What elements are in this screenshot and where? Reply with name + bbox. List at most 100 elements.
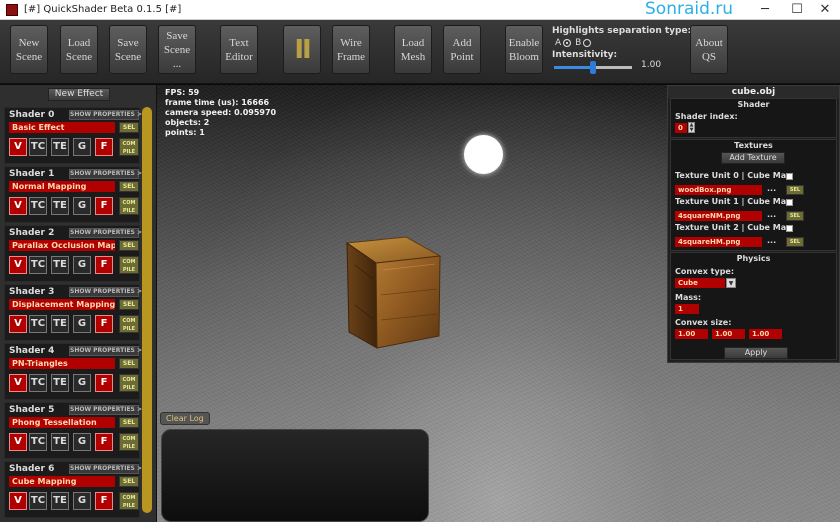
add-point-button[interactable]: Add Point bbox=[443, 25, 481, 74]
shader-sel-button[interactable]: SEL bbox=[119, 240, 139, 251]
about-qs-button[interactable]: About QS bbox=[690, 25, 728, 74]
stage-g-button[interactable]: G bbox=[73, 315, 91, 333]
wooden-cube[interactable] bbox=[343, 235, 443, 350]
stage-g-button[interactable]: G bbox=[73, 433, 91, 451]
stage-g-button[interactable]: G bbox=[73, 492, 91, 510]
save-scene-button[interactable]: Save Scene bbox=[109, 25, 147, 74]
convex-size-x-field[interactable]: 1.00 bbox=[675, 329, 708, 339]
stage-f-button[interactable]: F bbox=[95, 492, 113, 510]
stage-te-button[interactable]: TE bbox=[51, 492, 69, 510]
convex-size-z-field[interactable]: 1.00 bbox=[749, 329, 782, 339]
shader-index-spinner[interactable]: ▲ ▼ bbox=[688, 122, 695, 133]
shader-sel-button[interactable]: SEL bbox=[119, 417, 139, 428]
mass-field[interactable]: 1 bbox=[675, 304, 699, 314]
show-properties-button[interactable]: SHOW PROPERTIES >> bbox=[69, 169, 147, 179]
show-properties-button[interactable]: SHOW PROPERTIES >> bbox=[69, 405, 147, 415]
shader-name-field[interactable]: PN-Triangles bbox=[9, 358, 115, 369]
texture-unit-0-sel-button[interactable]: SEL bbox=[786, 185, 804, 195]
stage-f-button[interactable]: F bbox=[95, 315, 113, 333]
stage-g-button[interactable]: G bbox=[73, 138, 91, 156]
texture-unit-2-file[interactable]: 4squareHM.png bbox=[675, 237, 762, 247]
show-properties-button[interactable]: SHOW PROPERTIES >> bbox=[69, 346, 147, 356]
apply-button[interactable]: Apply bbox=[724, 347, 788, 359]
shader-name-field[interactable]: Normal Mapping bbox=[9, 181, 115, 192]
shader-sel-button[interactable]: SEL bbox=[119, 476, 139, 487]
stage-te-button[interactable]: TE bbox=[51, 433, 69, 451]
compile-button[interactable]: COM PILE bbox=[119, 433, 139, 451]
stage-v-button[interactable]: V bbox=[9, 197, 27, 215]
compile-button[interactable]: COM PILE bbox=[119, 315, 139, 333]
compile-button[interactable]: COM PILE bbox=[119, 256, 139, 274]
load-scene-button[interactable]: Load Scene bbox=[60, 25, 98, 74]
new-effect-button[interactable]: New Effect bbox=[48, 88, 110, 101]
compile-button[interactable]: COM PILE bbox=[119, 197, 139, 215]
stage-tc-button[interactable]: TC bbox=[29, 433, 47, 451]
minimize-button[interactable]: ─ bbox=[750, 0, 780, 20]
texture-unit-0-file[interactable]: woodBox.png bbox=[675, 185, 762, 195]
shader-name-field[interactable]: Phong Tessellation bbox=[9, 417, 115, 428]
shader-sel-button[interactable]: SEL bbox=[119, 122, 139, 133]
stage-te-button[interactable]: TE bbox=[51, 315, 69, 333]
texture-unit-2-browse[interactable]: ... bbox=[767, 236, 776, 245]
convex-size-y-field[interactable]: 1.00 bbox=[712, 329, 745, 339]
chevron-down-icon[interactable]: ▼ bbox=[726, 278, 736, 288]
stage-tc-button[interactable]: TC bbox=[29, 492, 47, 510]
new-scene-button[interactable]: New Scene bbox=[10, 25, 48, 74]
texture-unit-1-browse[interactable]: ... bbox=[767, 210, 776, 219]
texture-unit-1-file[interactable]: 4squareNM.png bbox=[675, 211, 762, 221]
stage-v-button[interactable]: V bbox=[9, 374, 27, 392]
stage-v-button[interactable]: V bbox=[9, 256, 27, 274]
compile-button[interactable]: COM PILE bbox=[119, 374, 139, 392]
stage-te-button[interactable]: TE bbox=[51, 256, 69, 274]
shader-name-field[interactable]: Parallax Occlusion Mappi bbox=[9, 240, 115, 251]
compile-button[interactable]: COM PILE bbox=[119, 138, 139, 156]
add-texture-button[interactable]: Add Texture bbox=[721, 152, 785, 164]
shader-index-field[interactable]: 0 bbox=[675, 123, 687, 133]
show-properties-button[interactable]: SHOW PROPERTIES >> bbox=[69, 464, 147, 474]
stage-tc-button[interactable]: TC bbox=[29, 315, 47, 333]
stage-v-button[interactable]: V bbox=[9, 492, 27, 510]
stage-v-button[interactable]: V bbox=[9, 433, 27, 451]
show-properties-button[interactable]: SHOW PROPERTIES >> bbox=[69, 110, 147, 120]
intensity-slider[interactable] bbox=[554, 61, 632, 74]
texture-unit-2-cubemap-checkbox[interactable] bbox=[786, 225, 793, 232]
shader-sel-button[interactable]: SEL bbox=[119, 299, 139, 310]
option-a-radio[interactable] bbox=[563, 38, 572, 47]
stage-f-button[interactable]: F bbox=[95, 374, 113, 392]
stage-f-button[interactable]: F bbox=[95, 138, 113, 156]
stage-f-button[interactable]: F bbox=[95, 256, 113, 274]
stage-tc-button[interactable]: TC bbox=[29, 374, 47, 392]
stage-tc-button[interactable]: TC bbox=[29, 138, 47, 156]
stage-v-button[interactable]: V bbox=[9, 138, 27, 156]
texture-unit-0-browse[interactable]: ... bbox=[767, 184, 776, 193]
stage-v-button[interactable]: V bbox=[9, 315, 27, 333]
shader-name-field[interactable]: Displacement Mapping bbox=[9, 299, 115, 310]
stage-tc-button[interactable]: TC bbox=[29, 256, 47, 274]
texture-unit-1-cubemap-checkbox[interactable] bbox=[786, 199, 793, 206]
close-button[interactable]: ✕ bbox=[810, 0, 840, 20]
intensity-slider-thumb[interactable] bbox=[590, 61, 596, 74]
stage-te-button[interactable]: TE bbox=[51, 374, 69, 392]
enable-bloom-button[interactable]: Enable Bloom bbox=[505, 25, 543, 74]
save-scene-as-button[interactable]: Save Scene ... bbox=[158, 25, 196, 74]
convex-type-select[interactable]: Cube bbox=[675, 278, 725, 288]
show-properties-button[interactable]: SHOW PROPERTIES >> bbox=[69, 287, 147, 297]
stage-f-button[interactable]: F bbox=[95, 433, 113, 451]
option-b-radio[interactable] bbox=[583, 38, 592, 47]
texture-unit-0-cubemap-checkbox[interactable] bbox=[786, 173, 793, 180]
shader-list-scrollbar[interactable] bbox=[142, 107, 152, 513]
show-properties-button[interactable]: SHOW PROPERTIES >> bbox=[69, 228, 147, 238]
stage-te-button[interactable]: TE bbox=[51, 197, 69, 215]
texture-unit-1-sel-button[interactable]: SEL bbox=[786, 211, 804, 221]
stage-g-button[interactable]: G bbox=[73, 256, 91, 274]
point-light[interactable] bbox=[464, 135, 503, 174]
texture-unit-2-sel-button[interactable]: SEL bbox=[786, 237, 804, 247]
load-mesh-button[interactable]: Load Mesh bbox=[394, 25, 432, 74]
clear-log-button[interactable]: Clear Log bbox=[160, 412, 210, 425]
compile-button[interactable]: COM PILE bbox=[119, 492, 139, 510]
shader-sel-button[interactable]: SEL bbox=[119, 181, 139, 192]
stage-te-button[interactable]: TE bbox=[51, 138, 69, 156]
wireframe-button[interactable]: Wire Frame bbox=[332, 25, 370, 74]
maximize-button[interactable]: ☐ bbox=[782, 0, 812, 20]
stage-g-button[interactable]: G bbox=[73, 374, 91, 392]
